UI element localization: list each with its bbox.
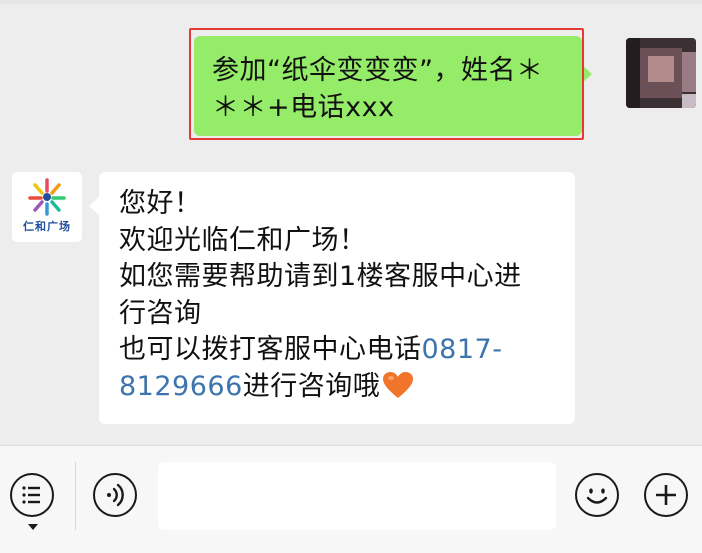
- outgoing-message-bubble[interactable]: 参加“纸伞变变变”，姓名＊ ＊＊+电话xxx: [194, 36, 592, 136]
- closing-text: 进行咨询哦: [242, 370, 381, 402]
- menu-button[interactable]: [10, 473, 54, 517]
- incoming-line-1: 您好！: [119, 188, 202, 219]
- incoming-line-3: 如您需要帮助请到1楼客服中心进: [119, 261, 522, 292]
- phone-link-part2[interactable]: 8129666: [119, 371, 243, 402]
- incoming-message-bubble[interactable]: 您好！ 欢迎光临仁和广场！ 如您需要帮助请到1楼客服中心进 行咨询 也可以拨打客…: [89, 172, 575, 424]
- smiley-icon: [586, 488, 608, 504]
- plus-icon: [656, 485, 676, 505]
- menu-caret-icon: [28, 524, 38, 530]
- phone-link-part1[interactable]: 0817-: [422, 334, 503, 365]
- message-input[interactable]: [158, 462, 556, 530]
- more-button[interactable]: [644, 473, 688, 517]
- outgoing-line-1: 参加“纸伞变变变”，姓名＊: [212, 55, 544, 86]
- voice-icon: [107, 483, 124, 507]
- incoming-line-5: 也可以拨打客服中心电话0817-: [119, 332, 557, 369]
- incoming-line-2: 欢迎光临仁和广场！: [119, 224, 367, 256]
- list-menu-icon: [22, 486, 40, 504]
- emoji-button[interactable]: [575, 473, 619, 517]
- outgoing-line-2: ＊＊+电话xxx: [212, 92, 395, 123]
- user-avatar[interactable]: [626, 38, 696, 108]
- input-toolbar: [0, 445, 702, 553]
- logo-text: 仁和广场: [23, 220, 71, 233]
- heart-emoji-icon: [382, 371, 414, 410]
- incoming-line-6: 8129666进行咨询哦: [119, 369, 557, 410]
- chat-area: 参加“纸伞变变变”，姓名＊ ＊＊+电话xxx 仁和广场 您好！ 欢迎光临仁和广场…: [0, 0, 702, 445]
- voice-button[interactable]: [93, 473, 137, 517]
- toolbar-divider: [75, 462, 76, 530]
- incoming-line-4: 行咨询: [119, 297, 202, 329]
- renhe-plaza-avatar[interactable]: 仁和广场: [12, 172, 82, 242]
- top-strip: [0, 0, 702, 4]
- incoming-line-5-text: 也可以拨打客服中心电话: [119, 334, 422, 365]
